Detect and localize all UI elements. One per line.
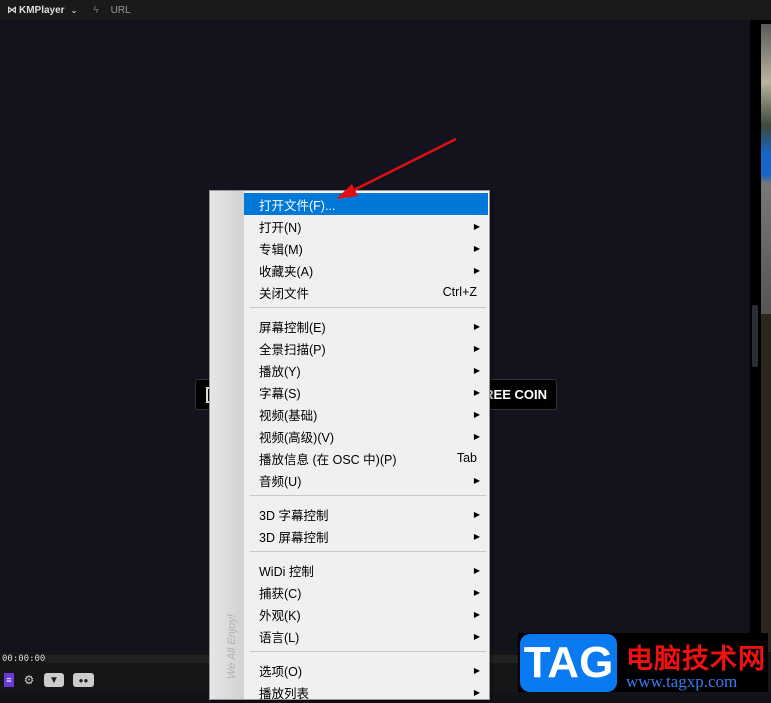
menu-item-album[interactable]: 专辑(M) ▶ <box>244 237 488 259</box>
menu-item-open[interactable]: 打开(N) ▶ <box>244 215 488 237</box>
submenu-arrow-icon: ▶ <box>473 265 480 275</box>
menu-separator <box>250 307 486 308</box>
submenu-arrow-icon: ▶ <box>473 531 480 541</box>
lightning-icon[interactable]: ϟ <box>93 5 98 16</box>
gear-icon[interactable]: ⚙ <box>22 673 36 687</box>
submenu-arrow-icon: ▶ <box>473 431 480 441</box>
time-display: 00:00:00 <box>2 654 46 664</box>
submenu-arrow-icon: ▶ <box>473 387 480 397</box>
submenu-arrow-icon: ▶ <box>473 343 480 353</box>
menu-item-capture[interactable]: 捕获(C) ▶ <box>244 581 488 603</box>
menu-item-3d-screen[interactable]: 3D 屏幕控制 ▶ <box>244 525 488 547</box>
menu-separator <box>250 651 486 652</box>
menu-item-subtitles[interactable]: 字幕(S) ▶ <box>244 381 488 403</box>
submenu-arrow-icon: ▶ <box>473 409 480 419</box>
menu-item-screen-control[interactable]: 屏幕控制(E) ▶ <box>244 315 488 337</box>
menu-separator <box>250 551 486 552</box>
submenu-arrow-icon: ▶ <box>473 631 480 641</box>
watermark: TAG 电脑技术网 www.tagxp.com <box>518 633 768 692</box>
chevron-down-icon: ⌄ <box>70 5 78 15</box>
submenu-arrow-icon: ▶ <box>473 665 480 675</box>
tag-logo: TAG <box>520 634 617 692</box>
watermark-site-name: 电脑技术网 <box>626 644 766 675</box>
menu-item-3d-subtitle[interactable]: 3D 字幕控制 ▶ <box>244 503 488 525</box>
panel-toggle-handle[interactable] <box>752 305 758 367</box>
submenu-arrow-icon: ▶ <box>473 243 480 253</box>
menu-item-pan-scan[interactable]: 全景扫描(P) ▶ <box>244 337 488 359</box>
menu-item-options[interactable]: 选项(O) ▶ <box>244 659 488 681</box>
title-bar: ⋈ KMPlayer ⌄ ϟ URL <box>0 0 771 20</box>
menu-separator <box>250 495 486 496</box>
thumbnail-image <box>761 24 771 314</box>
playlist-icon[interactable]: ≡ <box>4 673 14 687</box>
menu-item-language[interactable]: 语言(L) ▶ <box>244 625 488 647</box>
menu-side-banner: We All Enjoy! <box>210 191 244 699</box>
submenu-arrow-icon: ▶ <box>473 365 480 375</box>
menu-item-video-basic[interactable]: 视频(基础) ▶ <box>244 403 488 425</box>
menu-item-playback-info[interactable]: 播放信息 (在 OSC 中)(P) Tab <box>244 447 488 469</box>
menu-item-video-advanced[interactable]: 视频(高级)(V) ▶ <box>244 425 488 447</box>
submenu-arrow-icon: ▶ <box>473 321 480 331</box>
menu-item-appearance[interactable]: 外观(K) ▶ <box>244 603 488 625</box>
vr-icon[interactable]: ●● <box>73 673 94 687</box>
thumbnail-image-lower <box>761 314 771 652</box>
submenu-arrow-icon: ▶ <box>473 587 480 597</box>
submenu-arrow-icon: ▶ <box>473 475 480 485</box>
download-icon[interactable]: ▼ <box>44 673 64 687</box>
context-menu: We All Enjoy! 打开文件(F)... 打开(N) ▶ 专辑(M) ▶ 收… <box>209 190 490 703</box>
menu-item-playback[interactable]: 播放(Y) ▶ <box>244 359 488 381</box>
submenu-arrow-icon: ▶ <box>473 687 480 697</box>
menu-item-widi[interactable]: WiDi 控制 ▶ <box>244 559 488 581</box>
watermark-url: www.tagxp.com <box>626 672 738 691</box>
menu-item-playlist[interactable]: 播放列表 ▶ <box>244 681 488 703</box>
app-menu-button[interactable]: ⋈ KMPlayer ⌄ <box>7 5 77 16</box>
submenu-arrow-icon: ▶ <box>473 221 480 231</box>
km-logo-icon: ⋈ <box>7 4 17 16</box>
submenu-arrow-icon: ▶ <box>473 509 480 519</box>
submenu-arrow-icon: ▶ <box>473 565 480 575</box>
menu-item-open-file[interactable]: 打开文件(F)... <box>244 193 488 215</box>
menu-item-audio[interactable]: 音频(U) ▶ <box>244 469 488 491</box>
menu-item-close-file[interactable]: 关闭文件 Ctrl+Z <box>244 281 488 303</box>
url-button[interactable]: URL <box>111 5 131 16</box>
menu-item-favorites[interactable]: 收藏夹(A) ▶ <box>244 259 488 281</box>
submenu-arrow-icon: ▶ <box>473 609 480 619</box>
